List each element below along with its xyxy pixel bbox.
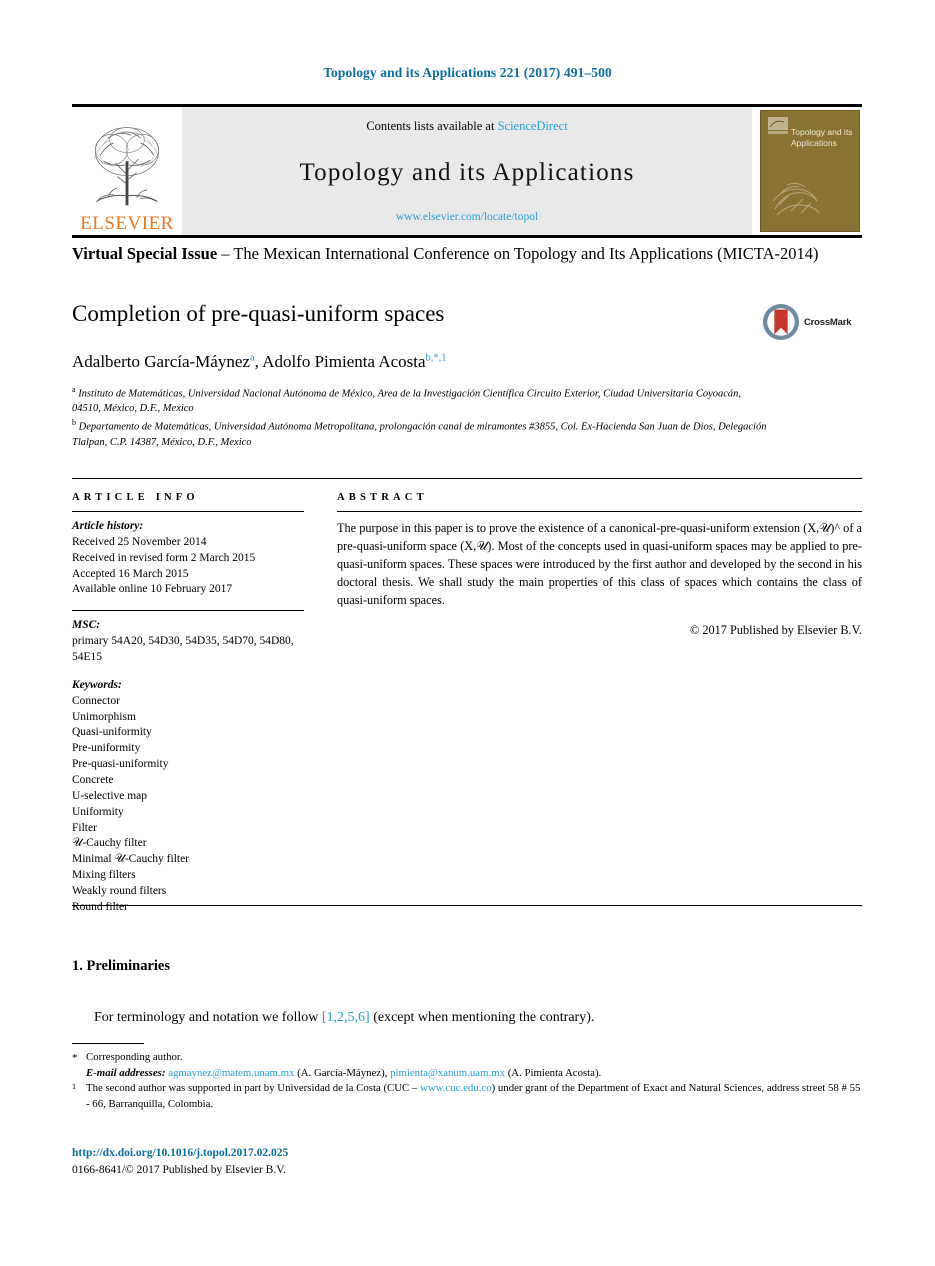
sciencedirect-link[interactable]: ScienceDirect xyxy=(498,119,568,133)
abstract-text: The purpose in this paper is to prove th… xyxy=(337,521,862,608)
abstract-column: ABSTRACT The purpose in this paper is to… xyxy=(337,492,862,638)
keyword-item: Pre-quasi-uniformity xyxy=(72,758,169,771)
msc-heading: MSC: xyxy=(72,619,101,632)
keyword-item: Uniformity xyxy=(72,805,124,818)
email-link-2[interactable]: pimienta@xanum.uam.mx xyxy=(390,1067,505,1079)
affiliation-mark: b xyxy=(72,418,76,428)
keyword-item: Connector xyxy=(72,694,120,707)
crossmark-badge[interactable]: CrossMark xyxy=(762,300,858,344)
keyword-item: Unimorphism xyxy=(72,710,136,723)
cuc-website-link[interactable]: www.cuc.edu.co xyxy=(420,1082,492,1094)
keyword-item: Round filter xyxy=(72,900,128,913)
footnote-block: * Corresponding author. E-mail addresses… xyxy=(72,1050,862,1113)
special-issue-label: Virtual Special Issue xyxy=(72,244,218,263)
email-owner-1: (A. García-Máynez), xyxy=(294,1066,391,1079)
article-info-label: ARTICLE INFO xyxy=(72,492,199,503)
keyword-item: Filter xyxy=(72,821,97,834)
keywords-block: Keywords: Connector Unimorphism Quasi-un… xyxy=(72,678,304,916)
abstract-label: ABSTRACT xyxy=(337,492,428,503)
keyword-item: Weakly round filters xyxy=(72,885,167,898)
paragraph-text-before: For terminology and notation we follow xyxy=(94,1010,322,1025)
body-paragraph: For terminology and notation we follow [… xyxy=(72,1008,862,1028)
affiliation-text: Departamento de Matemáticas, Universidad… xyxy=(72,421,767,448)
affiliation-text: Instituto de Matemáticas, Universidad Na… xyxy=(72,388,742,415)
journal-masthead: ELSEVIER Contents lists available at Sci… xyxy=(72,104,862,238)
paragraph-text-after: (except when mentioning the contrary). xyxy=(369,1010,595,1025)
page-title: Completion of pre-quasi-uniform spaces xyxy=(72,301,445,326)
crossmark-icon xyxy=(762,303,800,341)
footnote-marker-asterisk: * xyxy=(72,1052,78,1064)
email-link-1[interactable]: agmaynez@matem.unam.mx xyxy=(168,1067,294,1079)
email-owner-2: (A. Pimienta Acosta). xyxy=(505,1066,602,1079)
issn-copyright-line: 0166-8641/© 2017 Published by Elsevier B… xyxy=(72,1163,286,1176)
article-history-heading: Article history: xyxy=(72,520,144,532)
doi-link[interactable]: http://dx.doi.org/10.1016/j.topol.2017.0… xyxy=(72,1145,862,1162)
affiliation-list: a Instituto de Matemáticas, Universidad … xyxy=(72,384,772,451)
contents-available-line: Contents lists available at ScienceDirec… xyxy=(366,119,567,134)
footnote-rule xyxy=(72,1043,144,1044)
footnote-marker-one: 1 xyxy=(72,1082,76,1092)
history-item: Available online 10 February 2017 xyxy=(72,583,233,596)
article-history-block: Article history: Received 25 November 20… xyxy=(72,519,304,598)
elsevier-logo: ELSEVIER xyxy=(72,107,182,235)
keyword-item: 𝒰-Cauchy filter xyxy=(72,837,147,850)
footnote-corresponding-text: Corresponding author. xyxy=(86,1051,183,1063)
special-issue-line: Virtual Special Issue – The Mexican Inte… xyxy=(72,243,862,265)
affiliation-mark: a xyxy=(72,385,76,394)
contents-prefix: Contents lists available at xyxy=(366,119,498,133)
history-item: Accepted 16 March 2015 xyxy=(72,567,189,580)
info-section-bottom-rule xyxy=(72,905,862,906)
author-list: Adalberto García-Máyneza, Adolfo Pimient… xyxy=(72,352,862,372)
journal-homepage-link[interactable]: www.elsevier.com/locate/topol xyxy=(396,211,538,223)
keyword-item: Quasi-uniformity xyxy=(72,726,152,739)
abstract-rule xyxy=(337,511,862,512)
keyword-item: Concrete xyxy=(72,774,114,787)
keyword-item: U-selective map xyxy=(72,789,148,802)
author-name-1: Adalberto García-Máynez xyxy=(72,352,250,371)
affiliation-item: b Departamento de Matemáticas, Universid… xyxy=(72,417,772,450)
msc-block: MSC: primary 54A20, 54D30, 54D35, 54D70,… xyxy=(72,618,304,666)
article-info-column: ARTICLE INFO Article history: Received 2… xyxy=(72,492,304,928)
section-heading-preliminaries: 1. Preliminaries xyxy=(72,958,170,974)
footnote-corresponding-author: * Corresponding author. xyxy=(72,1050,862,1066)
email-addresses-label: E-mail addresses: xyxy=(86,1066,166,1079)
info-section-top-rule xyxy=(72,478,862,479)
author-2-affiliation-mark[interactable]: b,*,1 xyxy=(426,352,447,363)
msc-rule xyxy=(72,610,304,612)
footnote-emails: E-mail addresses: agmaynez@matem.unam.mx… xyxy=(72,1066,862,1082)
paper-page: Topology and its Applications 221 (2017)… xyxy=(0,0,935,1266)
footnote-note-part1: The second author was supported in part … xyxy=(86,1082,421,1095)
author-name-2: Adolfo Pimienta Acosta xyxy=(262,352,426,371)
keyword-item: Mixing filters xyxy=(72,869,136,882)
article-info-rule xyxy=(72,511,304,512)
keyword-item: Pre-uniformity xyxy=(72,742,141,755)
journal-title: Topology and its Applications xyxy=(299,158,635,186)
cover-elsevier-icon xyxy=(768,117,788,134)
cover-title: Topology and its Applications xyxy=(791,127,853,149)
history-item: Received 25 November 2014 xyxy=(72,535,207,548)
elsevier-wordmark: ELSEVIER xyxy=(80,213,174,234)
history-item: Received in revised form 2 March 2015 xyxy=(72,551,256,564)
running-head: Topology and its Applications 221 (2017)… xyxy=(323,65,612,80)
special-issue-name: – The Mexican International Conference o… xyxy=(217,244,819,263)
keywords-heading: Keywords: xyxy=(72,678,122,691)
abstract-copyright: © 2017 Published by Elsevier B.V. xyxy=(689,623,862,638)
journal-banner: Contents lists available at ScienceDirec… xyxy=(182,107,752,235)
citation-link[interactable]: [1,2,5,6] xyxy=(322,1010,370,1025)
msc-codes: primary 54A20, 54D30, 54D35, 54D70, 54D8… xyxy=(72,635,294,664)
footer-identifiers: http://dx.doi.org/10.1016/j.topol.2017.0… xyxy=(72,1145,862,1178)
journal-cover-thumbnail: Topology and its Applications xyxy=(758,107,862,235)
keyword-item: Minimal 𝒰-Cauchy filter xyxy=(72,853,190,866)
cover-artwork xyxy=(772,182,820,216)
elsevier-tree-icon xyxy=(94,127,160,206)
keyword-list: Connector Unimorphism Quasi-uniformity P… xyxy=(72,694,304,916)
footnote-funding-note: 1 The second author was supported in par… xyxy=(72,1081,862,1112)
crossmark-label: CrossMark xyxy=(804,316,852,328)
affiliation-item: a Instituto de Matemáticas, Universidad … xyxy=(72,384,772,417)
